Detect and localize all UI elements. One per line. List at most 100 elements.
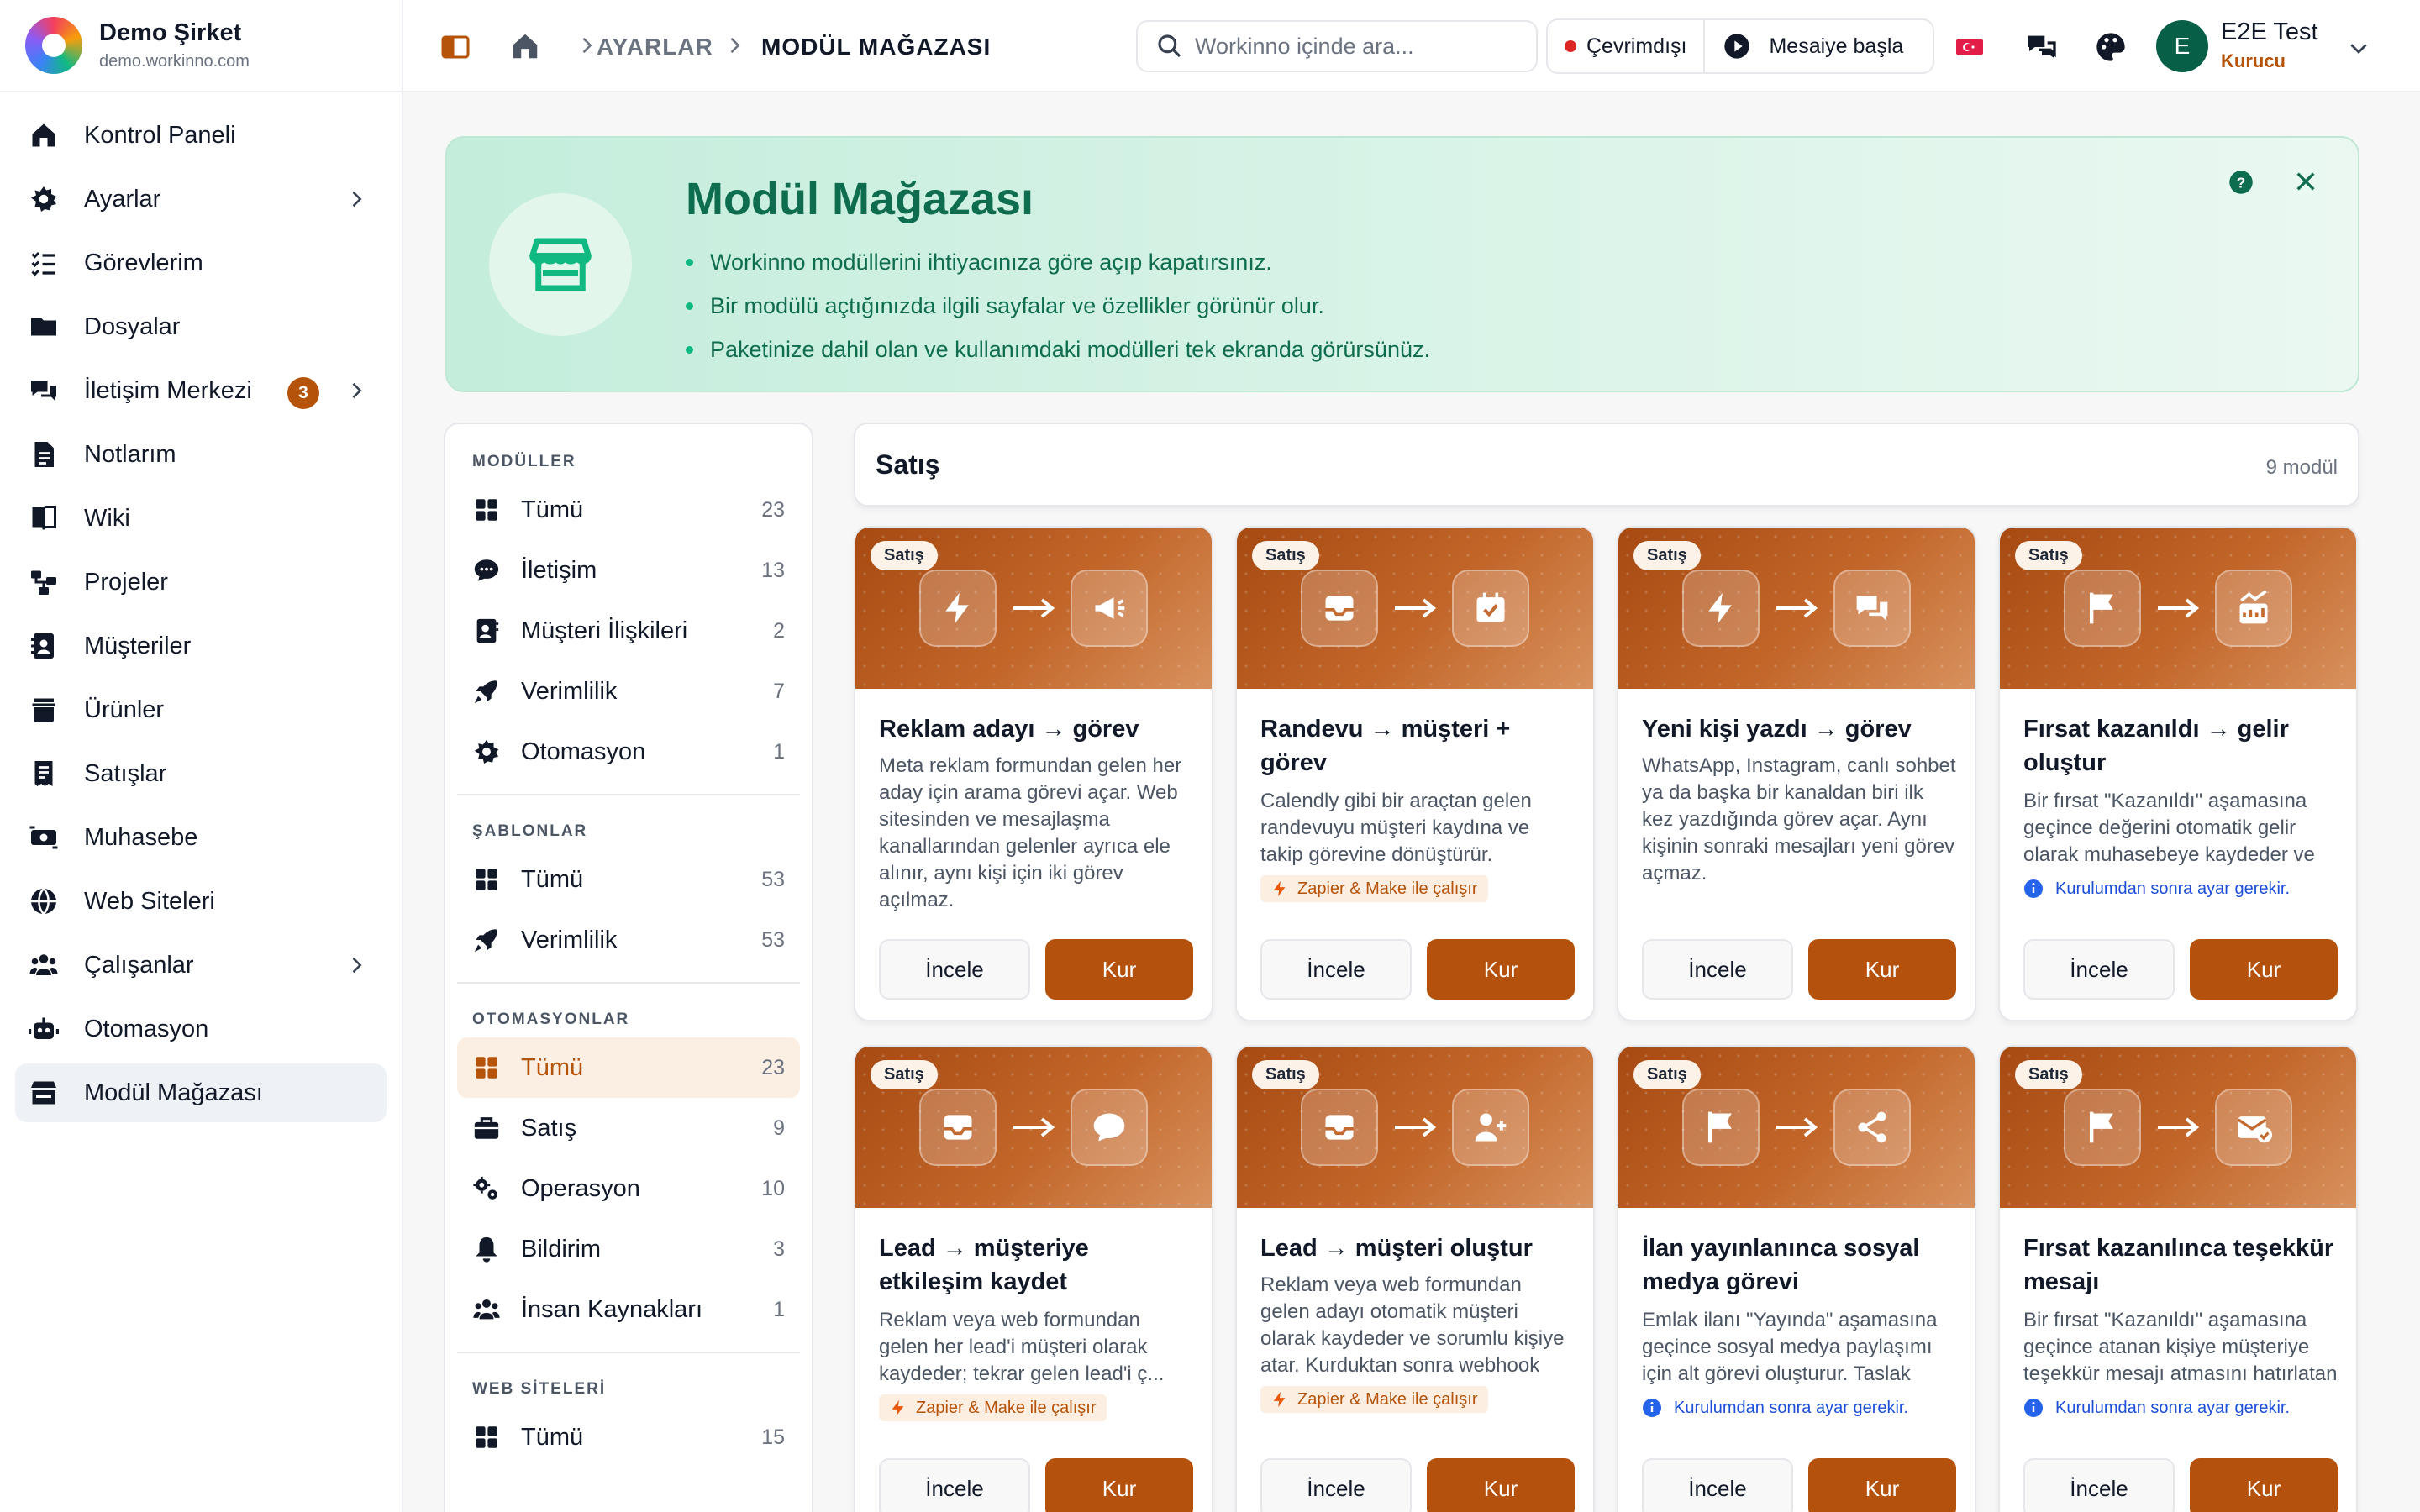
filter-label: Verimlilik	[521, 926, 618, 953]
module-card[interactable]: Satış Fırsat kazanıldı → gelir oluştur Bir…	[1998, 526, 2358, 1021]
breadcrumb-settings[interactable]: AYARLAR	[597, 34, 713, 60]
install-button[interactable]: Kur	[1045, 1458, 1193, 1512]
view-button[interactable]: İncele	[1260, 1458, 1412, 1512]
install-button[interactable]: Kur	[1808, 1458, 1956, 1512]
filter-heading: OTOMASYONLAR	[472, 1011, 630, 1028]
turkey-flag-icon[interactable]	[1953, 30, 1986, 64]
view-button[interactable]: İncele	[2023, 1458, 2175, 1512]
view-button[interactable]: İncele	[1642, 939, 1793, 1000]
module-card[interactable]: Satış Fırsat kazanılınca teşekkür mesajı B…	[1998, 1045, 2358, 1512]
install-button[interactable]: Kur	[1045, 939, 1193, 1000]
view-button[interactable]: İncele	[879, 1458, 1030, 1512]
card-title: Yeni kişi yazdı → görev	[1642, 716, 1912, 743]
help-icon[interactable]: ?	[2228, 170, 2254, 195]
sidebar-item[interactable]: Modül Mağazası	[15, 1063, 387, 1122]
sidebar-item[interactable]: Ayarlar	[15, 170, 387, 228]
flow-diagram	[2000, 1089, 2356, 1166]
start-shift-label: Mesaiye başla	[1769, 34, 1904, 58]
module-card[interactable]: Satış Lead → müşteriye etkileşim kaydet Re…	[854, 1045, 1213, 1512]
filter-item[interactable]: Otomasyon 1	[457, 722, 800, 782]
sidebar-item[interactable]: Web Siteleri	[15, 872, 387, 931]
filter-item[interactable]: İnsan Kaynakları 1	[457, 1279, 800, 1340]
start-shift-button[interactable]: Mesaiye başla	[1705, 33, 1922, 60]
project-icon	[29, 567, 59, 597]
sidebar-item-label: Görevlerim	[84, 249, 203, 276]
install-button[interactable]: Kur	[2190, 1458, 2338, 1512]
filter-heading: MODÜLLER	[472, 453, 576, 470]
avatar[interactable]: E	[2156, 20, 2208, 72]
sidebar-item[interactable]: Muhasebe	[15, 808, 387, 867]
sidebar-item[interactable]: Otomasyon	[15, 1000, 387, 1058]
filter-item[interactable]: Verimlilik 53	[457, 910, 800, 970]
close-icon[interactable]	[2292, 168, 2319, 195]
card-banner: Satış	[1618, 1047, 1975, 1208]
filter-count: 23	[761, 497, 785, 522]
integration-tag: Zapier & Make ile çalışır	[1260, 875, 1488, 902]
filter-item[interactable]: Operasyon 10	[457, 1158, 800, 1219]
card-description: Calendly gibi bir araçtan gelen randevuy…	[1260, 790, 1532, 866]
view-button[interactable]: İncele	[2023, 939, 2175, 1000]
module-card[interactable]: Satış Randevu → müşteri + görev Calendly g…	[1235, 526, 1595, 1021]
module-card[interactable]: Satış Yeni kişi yazdı → görev WhatsApp, In…	[1617, 526, 1976, 1021]
inbox-icon	[1301, 1089, 1378, 1166]
sidebar-item[interactable]: Görevlerim	[15, 234, 387, 292]
view-button[interactable]: İncele	[1260, 939, 1412, 1000]
sidebar-item[interactable]: Dosyalar	[15, 297, 387, 356]
sidebar-nav: Kontrol Paneli Ayarlar Görevlerim Dosyalar İ…	[0, 92, 402, 1141]
filter-item[interactable]: Verimlilik 7	[457, 661, 800, 722]
view-button[interactable]: İncele	[1642, 1458, 1793, 1512]
sidebar-item[interactable]: İletişim Merkezi 3	[15, 361, 387, 420]
sidebar-item[interactable]: Notlarım	[15, 425, 387, 484]
sidebar-item[interactable]: Çalışanlar	[15, 936, 387, 995]
install-button[interactable]: Kur	[1427, 1458, 1575, 1512]
install-button[interactable]: Kur	[1427, 939, 1575, 1000]
integration-tag-label: Zapier & Make ile çalışır	[916, 1398, 1097, 1417]
section-title: Satış	[876, 449, 940, 480]
view-button[interactable]: İncele	[879, 939, 1030, 1000]
filter-item[interactable]: Tümü 53	[457, 849, 800, 910]
sidebar-item[interactable]: Projeler	[15, 553, 387, 612]
search-input[interactable]: Workinno içinde ara...	[1136, 20, 1538, 72]
category-chip: Satış	[1634, 541, 1701, 570]
home-icon[interactable]	[509, 30, 541, 62]
sidebar-item[interactable]: Satışlar	[15, 744, 387, 803]
integration-tag-label: Zapier & Make ile çalışır	[1297, 879, 1478, 898]
chevron-down-icon[interactable]	[2346, 35, 2371, 60]
card-title: Lead → müşteri oluştur	[1260, 1235, 1533, 1262]
card-description: Reklam veya web formundan gelen her lead…	[879, 1309, 1165, 1385]
card-description: WhatsApp, Instagram, canlı sohbet ya da …	[1642, 754, 1956, 885]
messages-icon[interactable]	[2025, 30, 2059, 64]
store-icon	[529, 238, 592, 291]
filter-item[interactable]: Tümü 23	[457, 480, 800, 540]
module-card[interactable]: Satış İlan yayınlanınca sosyal medya göre…	[1617, 1045, 1976, 1512]
filter-item[interactable]: Bildirim 3	[457, 1219, 800, 1279]
filter-item[interactable]: Tümü 15	[457, 1407, 800, 1467]
setup-note-label: Kurulumdan sonra ayar gerekir.	[1674, 1398, 1909, 1417]
briefcase-icon	[472, 1114, 501, 1142]
sidebar-item[interactable]: Ürünler	[15, 680, 387, 739]
flow-diagram	[1237, 570, 1593, 647]
sidebar-item[interactable]: Müşteriler	[15, 617, 387, 675]
company-domain: demo.workinno.com	[99, 52, 250, 71]
sidebar-toggle-icon[interactable]	[440, 32, 471, 62]
module-card[interactable]: Satış Reklam adayı → görev Meta reklam for…	[854, 526, 1213, 1021]
sidebar-item[interactable]: Wiki	[15, 489, 387, 548]
user-name[interactable]: E2E Test	[2221, 18, 2318, 46]
arrow-right-icon	[2158, 598, 2200, 618]
setup-note: Kurulumdan sonra ayar gerekir.	[2023, 875, 2290, 902]
brand[interactable]: Demo Şirket demo.workinno.com	[0, 0, 402, 92]
category-chip: Satış	[1634, 1060, 1701, 1089]
status-toggle[interactable]: Çevrimdışı	[1548, 20, 1706, 72]
install-button[interactable]: Kur	[2190, 939, 2338, 1000]
filter-item[interactable]: İletişim 13	[457, 540, 800, 601]
palette-icon[interactable]	[2094, 30, 2128, 64]
sidebar-item-label: Dosyalar	[84, 312, 181, 340]
filter-count: 15	[761, 1425, 785, 1449]
filter-item[interactable]: Tümü 23	[457, 1037, 800, 1098]
filter-item[interactable]: Satış 9	[457, 1098, 800, 1158]
module-card[interactable]: Satış Lead → müşteri oluştur Reklam veya w…	[1235, 1045, 1595, 1512]
filter-item[interactable]: Müşteri İlişkileri 2	[457, 601, 800, 661]
sidebar-item[interactable]: Kontrol Paneli	[15, 106, 387, 165]
grid-icon	[472, 865, 501, 894]
install-button[interactable]: Kur	[1808, 939, 1956, 1000]
